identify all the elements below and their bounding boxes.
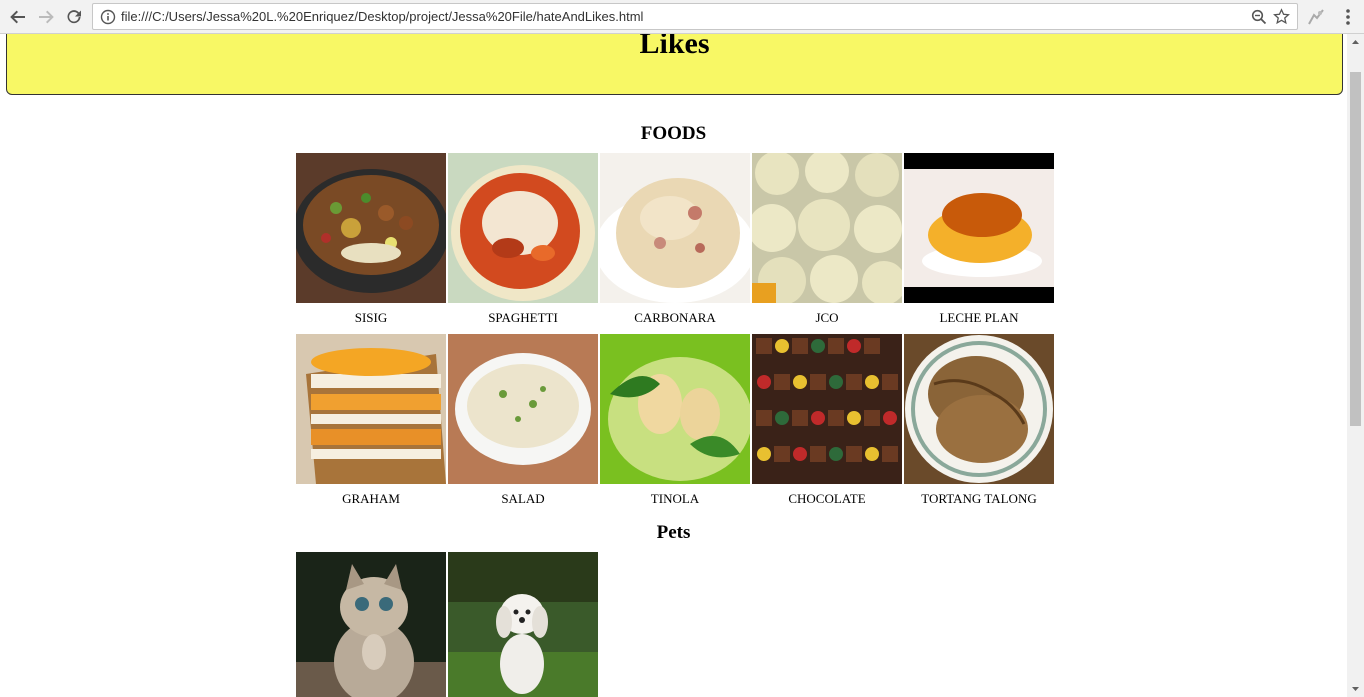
food-label: JCO (815, 310, 839, 325)
url-text[interactable]: file:///C:/Users/Jessa%20L.%20Enriquez/D… (121, 9, 643, 24)
carbonara-photo (600, 153, 750, 303)
extension-icon[interactable] (1306, 7, 1326, 27)
address-bar[interactable]: file:///C:/Users/Jessa%20L.%20Enriquez/D… (92, 3, 1298, 30)
kitten-photo (296, 552, 446, 697)
food-label: TINOLA (650, 491, 700, 506)
puppy-photo (448, 552, 598, 697)
scroll-up-icon[interactable] (1347, 34, 1364, 51)
browser-toolbar: file:///C:/Users/Jessa%20L.%20Enriquez/D… (0, 0, 1364, 34)
scroll-down-icon[interactable] (1347, 680, 1364, 697)
back-button[interactable] (6, 5, 30, 29)
reload-button[interactable] (62, 5, 86, 29)
food-label: SALAD (501, 491, 545, 506)
food-label: CHOCOLATE (788, 491, 866, 506)
chocolate-photo (752, 334, 902, 484)
page-scrollbar[interactable] (1347, 34, 1364, 697)
leche-plan-photo (904, 153, 1054, 303)
tortang-talong-photo (904, 334, 1054, 484)
jco-photo (752, 153, 902, 303)
page-viewport: Likes FOODS SISIG SPAGHETTI CARBONARA JC… (0, 34, 1347, 697)
forward-arrow-icon (39, 10, 54, 24)
food-label: GRAHAM (342, 491, 400, 506)
reload-icon (67, 10, 81, 24)
food-label: SPAGHETTI (488, 310, 558, 325)
food-label: LECHE PLAN (939, 310, 1019, 325)
page-header: Likes (6, 34, 1343, 95)
back-arrow-icon (10, 10, 25, 24)
forward-button[interactable] (34, 5, 58, 29)
menu-icon[interactable] (1340, 8, 1356, 26)
pets-heading: Pets (656, 522, 691, 543)
zoom-icon[interactable] (1251, 9, 1267, 25)
foods-heading: FOODS (640, 123, 707, 144)
food-label: SISIG (354, 310, 388, 325)
food-label: CARBONARA (634, 310, 716, 325)
scrollbar-thumb[interactable] (1350, 72, 1361, 426)
salad-photo (448, 334, 598, 484)
food-label: TORTANG TALONG (921, 491, 1037, 506)
star-icon[interactable] (1273, 8, 1290, 25)
spaghetti-photo (448, 153, 598, 303)
graham-photo (296, 334, 446, 484)
info-icon[interactable] (100, 9, 116, 25)
tinola-photo (600, 334, 750, 484)
page-title: Likes (639, 34, 710, 60)
sisig-photo (296, 153, 446, 303)
